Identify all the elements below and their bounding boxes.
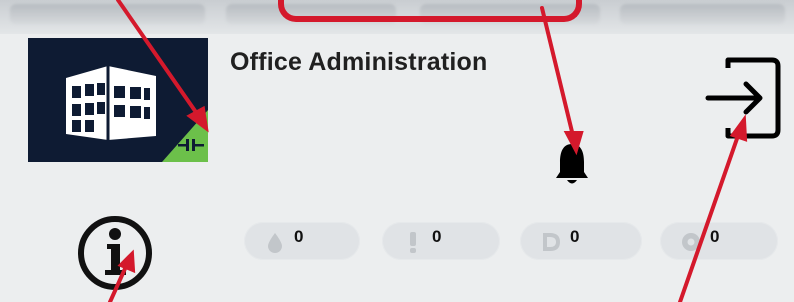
counter-value: 0 [432,227,442,246]
counter-warning[interactable]: 0 [382,222,500,260]
building-icon [66,66,156,140]
info-icon[interactable] [76,214,154,292]
counter-gear[interactable]: 0 [660,222,778,260]
counter-d[interactable]: 0 [520,222,642,260]
water-drop-icon [268,233,282,253]
logout-icon[interactable] [700,54,784,144]
exclamation-icon [410,232,416,253]
status-corner [162,110,208,162]
counter-value: 0 [710,227,720,246]
counter-water[interactable]: 0 [244,222,360,260]
bell-icon[interactable] [552,140,592,188]
d-letter-icon [543,233,560,251]
counter-value: 0 [570,227,580,246]
gear-icon [682,233,700,251]
page-title: Office Administration [230,48,488,76]
location-tile[interactable] [28,38,208,162]
connector-icon [178,139,204,151]
counter-value: 0 [294,227,304,246]
annotation-callout [278,0,582,22]
